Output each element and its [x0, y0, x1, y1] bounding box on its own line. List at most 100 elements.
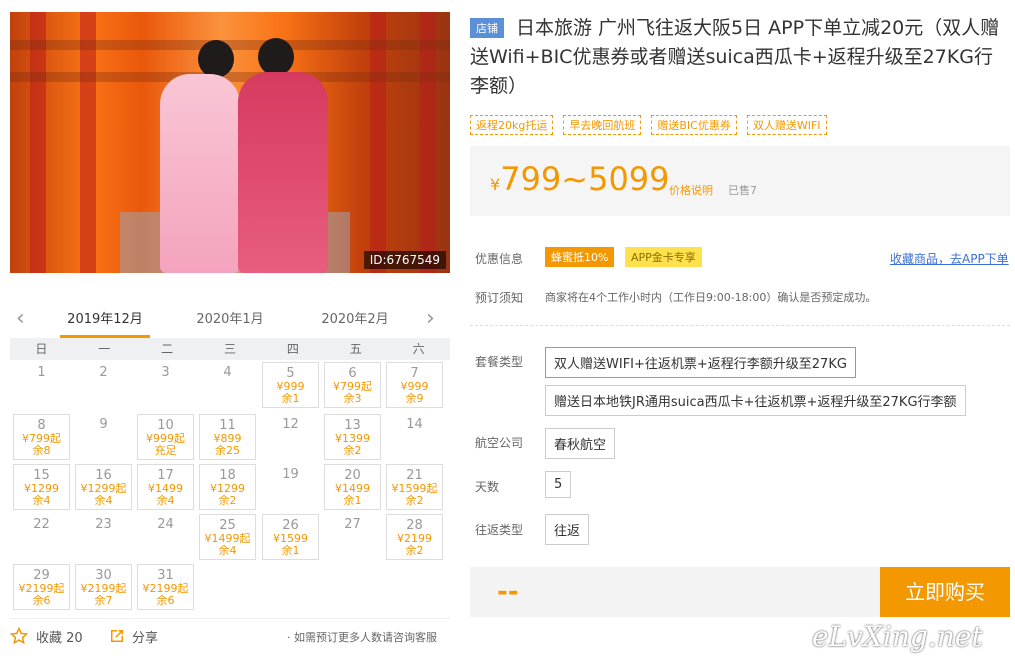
day-number: 6: [348, 366, 357, 381]
day-stock: 余1: [281, 392, 300, 405]
calendar-day: 4: [199, 362, 256, 408]
weekday: 一: [98, 342, 111, 356]
sold-count: 已售7: [728, 184, 757, 197]
calendar-day-available[interactable]: 13 ¥1399 余2: [324, 414, 381, 460]
day-stock: 余3: [343, 392, 362, 405]
calendar-day-available[interactable]: 15 ¥1299 余4: [13, 464, 70, 510]
day-stock: 余2: [405, 494, 424, 507]
person-head: [258, 38, 294, 76]
day-number: 20: [344, 468, 361, 483]
calendar-weekday-header: 日 一 二 三 四 五 六: [10, 338, 450, 360]
calendar-day-available[interactable]: 20 ¥1499 余1: [324, 464, 381, 510]
day-number: 5: [286, 366, 295, 381]
calendar-month-nav: ‹ 2019年12月 2020年1月 2020年2月 ›: [10, 300, 450, 338]
day-number: 19: [282, 467, 299, 482]
weekday: 二: [161, 342, 174, 356]
share-icon[interactable]: [108, 627, 126, 649]
calendar-day-available[interactable]: 30 ¥2199起 余7: [75, 564, 132, 610]
calendar-day: 9: [75, 414, 132, 460]
price-value: 799~5099: [500, 160, 670, 198]
tab-month-2[interactable]: 2020年1月: [185, 308, 275, 327]
calendar-day-available[interactable]: 5 ¥999 余1: [262, 362, 319, 408]
product-photo: ID:6767549: [10, 12, 450, 273]
share-button[interactable]: 分享: [132, 627, 158, 646]
weekday: 四: [286, 342, 299, 356]
day-number: 29: [33, 568, 50, 583]
person-head: [198, 40, 234, 78]
torii-gate: [80, 12, 96, 273]
promo-badge-honey: 蜂蜜抵10%: [545, 247, 615, 267]
package-option-2[interactable]: 赠送日本地铁JR通用suica西瓜卡+往返机票+返程升级至27KG行李额: [545, 385, 966, 416]
calendar-day-available[interactable]: 16 ¥1299起 余4: [75, 464, 132, 510]
calendar-day-available[interactable]: 8 ¥799起 余8: [13, 414, 70, 460]
day-number: 3: [161, 365, 170, 380]
days-option[interactable]: 5: [545, 471, 572, 498]
weekday: 日: [35, 342, 48, 356]
day-stock: 余4: [32, 494, 51, 507]
calendar-day-available[interactable]: 7 ¥999 余9: [386, 362, 443, 408]
calendar-day: 23: [75, 514, 132, 560]
total-price: --: [497, 577, 519, 607]
calendar-day-available[interactable]: 21 ¥1599起 余2: [386, 464, 443, 510]
day-number: 28: [406, 518, 423, 533]
package-option-1[interactable]: 双人赠送WIFI+往返机票+返程行李额升级至27KG: [545, 347, 856, 378]
weekday: 六: [412, 342, 425, 356]
chevron-left-icon[interactable]: ‹: [16, 306, 25, 331]
notice-text: 商家将在4个工作小时内（工作日9:00-18:00）确认是否预定成功。: [545, 291, 877, 304]
day-number: 8: [37, 418, 46, 433]
day-number: 12: [282, 417, 299, 432]
collect-button[interactable]: 收藏 20: [36, 627, 83, 646]
day-stock: 余9: [405, 392, 424, 405]
trip-option[interactable]: 往返: [545, 514, 590, 545]
day-number: 27: [344, 517, 361, 532]
calendar-day-available[interactable]: 31 ¥2199起 余6: [137, 564, 194, 610]
calendar-day: 3: [137, 362, 194, 408]
calendar-day-available[interactable]: 29 ¥2199起 余6: [13, 564, 70, 610]
day-stock: 余2: [405, 544, 424, 557]
calendar-day-available[interactable]: 28 ¥2199 余2: [386, 514, 443, 560]
calendar-day: 12: [262, 414, 319, 460]
feature-tag: 双人赠送WIFI: [746, 115, 827, 135]
day-number: 24: [157, 517, 174, 532]
day-number: 15: [33, 468, 50, 483]
star-icon[interactable]: [9, 626, 29, 649]
calendar-day: 1: [13, 362, 70, 408]
day-number: 10: [157, 418, 174, 433]
promo-label: 优惠信息: [475, 252, 524, 266]
calendar-day: 24: [137, 514, 194, 560]
calendar-day-available[interactable]: 10 ¥999起 充足: [137, 414, 194, 460]
airline-option[interactable]: 春秋航空: [545, 428, 616, 459]
price-note-link[interactable]: 价格说明: [669, 182, 713, 198]
day-number: 18: [219, 468, 236, 483]
calendar-day-available[interactable]: 25 ¥1499起 余4: [199, 514, 256, 560]
kimono-figure: [160, 74, 240, 273]
calendar-day-available[interactable]: 18 ¥1299 余2: [199, 464, 256, 510]
collect-app-link[interactable]: 收藏商品，去APP下单: [890, 250, 1009, 267]
tab-month-3[interactable]: 2020年2月: [310, 308, 400, 327]
promo-badge-app: APP金卡专享: [625, 247, 702, 267]
kimono-figure: [238, 72, 328, 273]
day-stock: 余4: [156, 494, 175, 507]
tab-month-1[interactable]: 2019年12月: [60, 308, 150, 338]
day-number: 14: [406, 417, 423, 432]
day-stock: 余8: [32, 444, 51, 457]
calendar-day-available[interactable]: 11 ¥899 余25: [199, 414, 256, 460]
day-stock: 余1: [343, 494, 362, 507]
chevron-right-icon[interactable]: ›: [426, 306, 435, 331]
calendar-day-available[interactable]: 26 ¥1599 余1: [262, 514, 319, 560]
feature-tag: 早去晚回航班: [563, 115, 642, 135]
torii-gate: [420, 12, 436, 273]
torii-beam: [10, 72, 450, 82]
calendar-day: 27: [324, 514, 381, 560]
day-number: 7: [410, 366, 419, 381]
calendar-day-available[interactable]: 17 ¥1499 余4: [137, 464, 194, 510]
day-number: 26: [282, 518, 299, 533]
watermark: eLvXing.net: [812, 620, 983, 653]
day-number: 21: [406, 468, 423, 483]
feature-tags: 返程20kg托运 早去晚回航班 赠送BIC优惠券 双人赠送WIFI: [470, 115, 827, 135]
divider: [470, 325, 1010, 326]
consult-note: · 如需预订更多人数请咨询客服: [287, 631, 437, 644]
buy-now-button[interactable]: 立即购买: [880, 567, 1010, 617]
days-label: 天数: [475, 480, 500, 494]
calendar-day-available[interactable]: 6 ¥799起 余3: [324, 362, 381, 408]
